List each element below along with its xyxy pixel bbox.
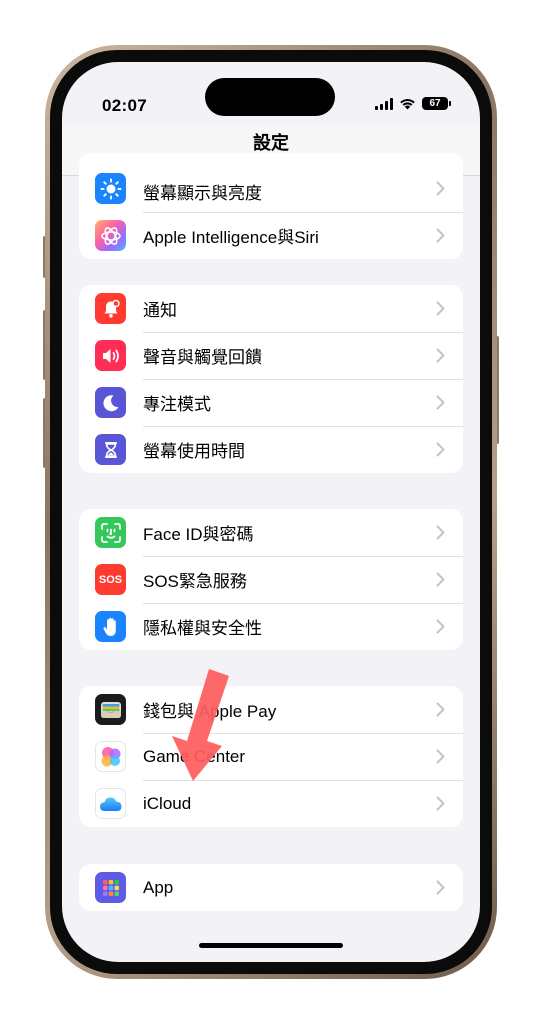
settings-row-label: Face ID與密碼 [143,525,254,544]
settings-row-label: 螢幕顯示與亮度 [143,184,262,203]
chevron-right-icon [436,880,445,895]
phone-frame: 02:07 67 設定 螢幕顯示與亮度 Apple Intelligence與S… [45,45,497,979]
status-icons: 67 [375,97,451,110]
battery-icon: 67 [422,97,451,110]
speaker-icon [95,340,126,371]
chevron-right-icon [436,442,445,457]
settings-row-label: SOS緊急服務 [143,572,247,591]
hand-icon [95,611,126,642]
chevron-right-icon [436,348,445,363]
game-center-icon [95,741,126,772]
wifi-icon [400,98,415,109]
bell-icon [95,293,126,324]
screen: 02:07 67 設定 螢幕顯示與亮度 Apple Intelligence與S… [62,62,480,962]
settings-group-display: 螢幕顯示與亮度 Apple Intelligence與Siri [79,153,463,259]
dynamic-island [205,78,335,116]
chevron-right-icon [436,796,445,811]
settings-group-apps: App [79,864,463,911]
settings-row-label: 專注模式 [143,395,211,414]
settings-row-label: App [143,877,174,897]
moon-icon [95,387,126,418]
apple-intelligence-icon [95,220,126,251]
settings-row-game-center[interactable]: Game Center [79,733,463,780]
chevron-right-icon [436,181,445,196]
settings-row-icloud[interactable]: iCloud [79,780,463,827]
settings-row-screen-time[interactable]: 螢幕使用時間 [79,426,463,473]
icloud-icon [95,788,126,819]
settings-row-wallet-apple-pay[interactable]: 錢包與 Apple Pay [79,686,463,733]
settings-row-emergency-sos[interactable]: SOS SOS緊急服務 [79,556,463,603]
status-time: 02:07 [102,96,147,115]
settings-row-label: iCloud [143,793,192,813]
chevron-right-icon [436,395,445,410]
wallet-icon [95,694,126,725]
sos-icon: SOS [95,564,126,595]
settings-row-label: 錢包與 Apple Pay [143,702,277,721]
settings-row-label: 隱私權與安全性 [143,619,262,638]
status-bar: 02:07 67 [62,62,480,124]
chevron-right-icon [436,525,445,540]
settings-row-label: 聲音與觸覺回饋 [143,348,262,367]
face-id-icon [95,517,126,548]
settings-row-sounds-haptics[interactable]: 聲音與觸覺回饋 [79,332,463,379]
chevron-right-icon [436,619,445,634]
chevron-right-icon [436,228,445,243]
chevron-right-icon [436,572,445,587]
settings-row-label: Apple Intelligence與Siri [143,228,319,247]
settings-row-apps[interactable]: App [79,864,463,911]
chevron-right-icon [436,301,445,316]
sun-icon [95,173,126,204]
settings-row-focus[interactable]: 專注模式 [79,379,463,426]
settings-row-face-id-passcode[interactable]: Face ID與密碼 [79,509,463,556]
hourglass-icon [95,434,126,465]
settings-row-notifications[interactable]: 通知 [79,285,463,332]
settings-group-security: Face ID與密碼 SOS SOS緊急服務 隱私權與安全性 [79,509,463,650]
settings-row-apple-intelligence-siri[interactable]: Apple Intelligence與Siri [79,212,463,259]
settings-row-label: Game Center [143,746,246,766]
cellular-signal-icon [375,97,393,110]
settings-row-privacy-security[interactable]: 隱私權與安全性 [79,603,463,650]
settings-group-notifications: 通知 聲音與觸覺回饋 專注模式 螢幕使用時間 [79,285,463,473]
settings-row-label: 通知 [143,301,177,320]
settings-group-accounts: 錢包與 Apple Pay Game Center iCloud [79,686,463,827]
chevron-right-icon [436,702,445,717]
app-grid-icon [95,872,126,903]
settings-row-label: 螢幕使用時間 [143,442,245,461]
phone-bezel: 02:07 67 設定 螢幕顯示與亮度 Apple Intelligence與S… [50,50,492,974]
chevron-right-icon [436,749,445,764]
home-indicator[interactable] [199,943,343,948]
sos-badge-text: SOS [98,573,123,586]
settings-row-display-brightness[interactable]: 螢幕顯示與亮度 [79,153,463,212]
